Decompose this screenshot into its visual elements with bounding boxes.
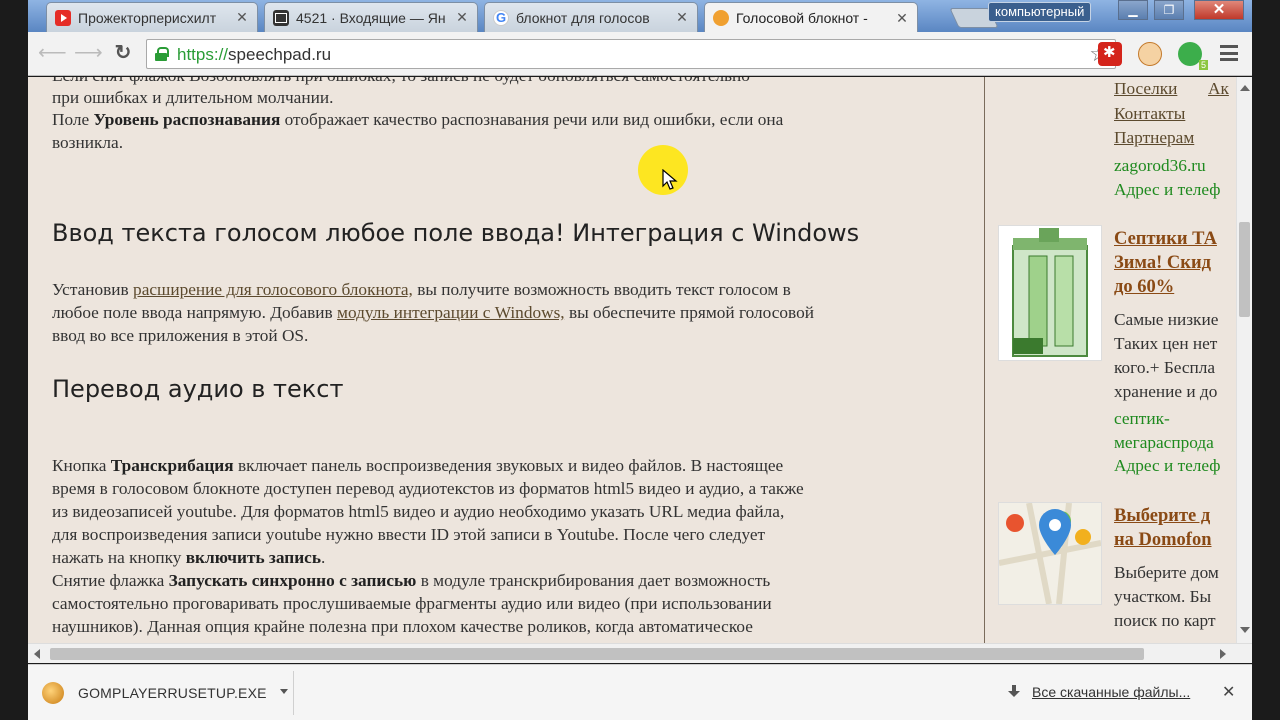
youtube-icon (55, 9, 71, 26)
ad-title[interactable]: Выберите д (1114, 504, 1210, 528)
profile-button[interactable]: компьютерный (988, 2, 1092, 22)
show-all-downloads-link[interactable]: Все скачанные файлы... (1008, 684, 1190, 700)
browser-toolbar: ⟵ ⟶ ↻ https://speechpad.ru ☆ (28, 32, 1252, 76)
reload-button[interactable]: ↻ (112, 42, 134, 64)
scroll-left-icon[interactable] (34, 649, 40, 659)
sidebar-link-villages[interactable]: Поселки (1114, 77, 1177, 101)
close-tab-icon[interactable]: ✕ (455, 9, 469, 26)
close-tab-icon[interactable]: ✕ (675, 9, 689, 26)
page-viewport: Если снят флажок Возобновлять при ошибка… (28, 77, 1252, 643)
column-divider (984, 77, 985, 643)
maximize-button[interactable]: ❐ (1154, 0, 1184, 20)
paragraph-sync-line: самостоятельно проговаривать прослушивае… (52, 594, 772, 613)
windows-module-link[interactable]: модуль интеграции с Windows, (337, 303, 565, 322)
download-shelf: GOMPLAYERRUSETUP.EXE Все скачанные файлы… (28, 664, 1252, 720)
paragraph-transcription-line: для воспроизведения записи youtube нужно… (52, 525, 766, 544)
ad-title[interactable]: Зима! Скид (1114, 251, 1211, 275)
scrollbar-thumb[interactable] (50, 648, 1144, 660)
sidebar-link-partners[interactable]: Партнерам (1114, 126, 1194, 150)
speechpad-icon (713, 10, 729, 26)
paragraph-recognition-level-cont: возникла. (52, 133, 124, 152)
extension-link[interactable]: расширение для голосового блокнота, (133, 280, 413, 299)
tab-title: Голосовой блокнот - (736, 10, 868, 26)
paragraph-sync: Снятие флажка Запускать синхронно с запи… (52, 571, 771, 590)
minimize-button[interactable]: ▁ (1118, 0, 1148, 20)
heading-audio-to-text: Перевод аудио в текст (52, 375, 344, 403)
tab-title: Прожекторперисхилт (78, 9, 217, 26)
chevron-down-icon[interactable] (280, 689, 288, 694)
scrollbar-thumb[interactable] (1239, 222, 1250, 317)
back-button[interactable]: ⟵ (38, 42, 67, 64)
ad-text: участком. Бы (1114, 587, 1212, 606)
paragraph-transcription-line: из видеозаписей youtube. Для форматов ht… (52, 502, 785, 521)
tab-speechpad[interactable]: Голосовой блокнот - ✕ (704, 2, 918, 33)
extension-orange-icon[interactable] (1138, 42, 1162, 66)
sidebar-ads: Поселки Ак Контакты Партнерам zagorod36.… (998, 77, 1238, 643)
paragraph-extension: Установив расширение для голосового блок… (52, 280, 791, 299)
google-icon (493, 9, 509, 26)
tab-youtube[interactable]: Прожекторперисхилт ✕ (46, 2, 258, 32)
close-tab-icon[interactable]: ✕ (895, 10, 909, 27)
ad-text: Выберите дом (1114, 563, 1219, 582)
tab-mail[interactable]: 4521 · Входящие — Ян ✕ (264, 2, 478, 32)
paragraph-extension-end: ввод во все приложения в этой OS. (52, 326, 309, 345)
ad-address[interactable]: Адрес и телеф (1114, 178, 1221, 202)
forward-button[interactable]: ⟶ (74, 42, 103, 64)
ad-text: кого.+ Беспла (1114, 358, 1216, 377)
paragraph-transcription: Кнопка Транскрибация включает панель вос… (52, 456, 784, 475)
gom-player-icon (42, 682, 64, 704)
paragraph-sync-line: наушников). Данная опция крайне полезна … (52, 617, 753, 636)
show-all-downloads-label: Все скачанные файлы... (1032, 684, 1191, 700)
download-item[interactable]: GOMPLAYERRUSETUP.EXE (28, 671, 294, 715)
chrome-menu-icon[interactable] (1220, 45, 1238, 61)
close-tab-icon[interactable]: ✕ (235, 9, 249, 26)
scroll-up-icon[interactable] (1240, 85, 1250, 91)
ad-title[interactable]: на Domofon (1114, 528, 1212, 552)
mail-icon (273, 9, 289, 26)
sidebar-link-truncated[interactable]: Ак (1208, 77, 1229, 101)
ad-text: Таких цен нет (1114, 334, 1218, 353)
paragraph-extension-cont: любое поле ввода напрямую. Добавив модул… (52, 303, 814, 322)
ad-site[interactable]: мегараспрода (1114, 431, 1214, 455)
ad-site[interactable]: септик- (1114, 407, 1170, 431)
download-filename: GOMPLAYERRUSETUP.EXE (78, 685, 267, 701)
ad-address[interactable]: Адрес и телеф (1114, 454, 1221, 478)
septic-tank-image[interactable] (998, 225, 1102, 361)
map-pin-image[interactable] (998, 502, 1102, 605)
url-text: https://speechpad.ru (177, 45, 332, 64)
scroll-down-icon[interactable] (1240, 627, 1250, 633)
lock-icon (155, 47, 169, 61)
download-icon (1008, 685, 1020, 699)
vertical-scrollbar[interactable] (1236, 77, 1252, 643)
extension-red-icon[interactable] (1098, 42, 1122, 66)
tab-title: блокнот для голосов (516, 9, 650, 26)
ad-title[interactable]: до 60% (1114, 275, 1174, 299)
ad-text: поиск по карт (1114, 611, 1216, 630)
sidebar-link-contacts[interactable]: Контакты (1114, 102, 1185, 126)
tab-title: 4521 · Входящие — Ян (296, 9, 446, 26)
address-bar[interactable]: https://speechpad.ru ☆ (146, 39, 1116, 69)
horizontal-scrollbar[interactable] (28, 643, 1252, 663)
tab-google[interactable]: блокнот для голосов ✕ (484, 2, 698, 32)
paragraph-transcription-end: нажать на кнопку включить запись. (52, 548, 326, 567)
ad-text: хранение и до (1114, 382, 1218, 401)
scroll-right-icon[interactable] (1220, 649, 1226, 659)
tab-strip: Прожекторперисхилт ✕ 4521 · Входящие — Я… (28, 0, 1252, 33)
extension-green-icon[interactable] (1178, 42, 1209, 70)
paragraph-recognition-level: Поле Уровень распознавания отображает ка… (52, 110, 784, 129)
ad-site[interactable]: zagorod36.ru (1114, 154, 1206, 178)
paragraph-transcription-line: время в голосовом блокноте доступен пере… (52, 479, 804, 498)
close-icon[interactable]: ✕ (1222, 682, 1235, 702)
ad-text: Самые низкие (1114, 310, 1219, 329)
heading-windows-integration: Ввод текста голосом любое поле ввода! Ин… (52, 219, 860, 247)
close-window-button[interactable]: ✕ (1194, 0, 1244, 20)
paragraph-timeout: при ошибках и длительном молчании. (52, 88, 334, 107)
ad-title[interactable]: Септики ТА (1114, 227, 1217, 251)
